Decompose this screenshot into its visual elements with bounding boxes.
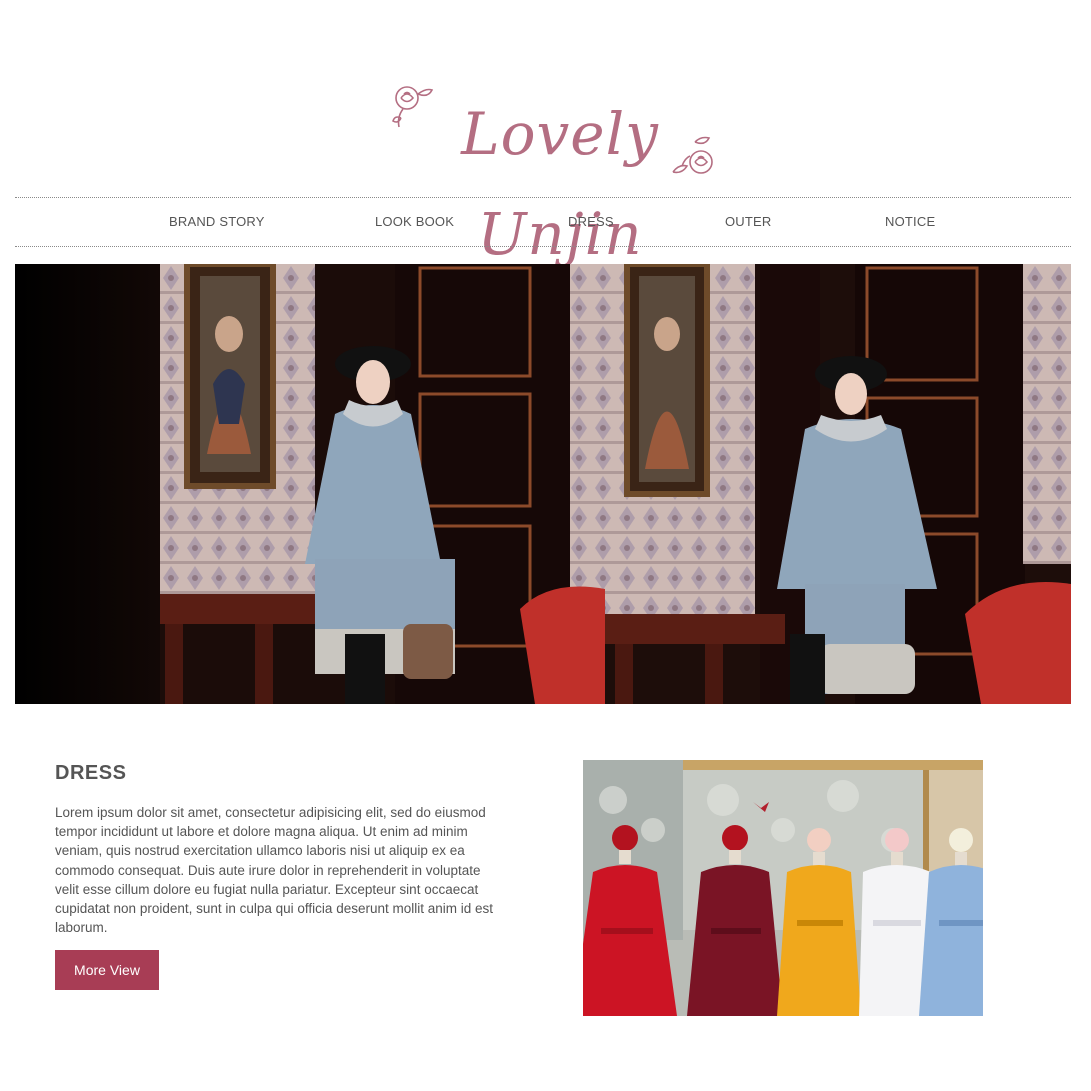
nav-item-notice[interactable]: NOTICE: [885, 198, 935, 246]
dress-image[interactable]: [583, 760, 983, 1016]
logo[interactable]: Lovely Unjin: [385, 78, 725, 268]
hero-photo-right: [605, 264, 1071, 704]
main-nav: BRAND STORY LOOK BOOK DRESS OUTER NOTICE: [15, 197, 1071, 247]
hero-banner-image[interactable]: [15, 264, 1071, 704]
nav-item-look-book[interactable]: LOOK BOOK: [375, 198, 454, 246]
nav-item-brand-story[interactable]: BRAND STORY: [169, 198, 265, 246]
nav-item-outer[interactable]: OUTER: [725, 198, 772, 246]
more-view-button[interactable]: More View: [55, 950, 159, 990]
section-title: DRESS: [55, 762, 127, 784]
page: Lovely Unjin BRAND STORY LOOK BOOK DRESS…: [0, 0, 1091, 1091]
hero-photo-left: [15, 264, 605, 704]
rose-icon: [672, 136, 713, 174]
nav-item-dress[interactable]: DRESS: [568, 198, 614, 246]
section-description: Lorem ipsum dolor sit amet, consectetur …: [55, 805, 494, 936]
